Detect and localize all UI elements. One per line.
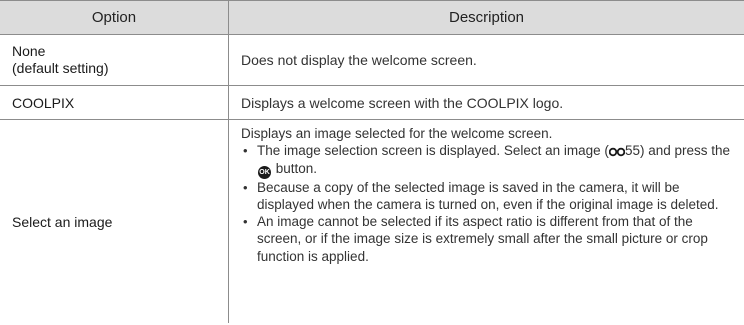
option-none-note: (default setting) xyxy=(12,60,109,76)
description-select-image: Displays an image selected for the welco… xyxy=(229,120,744,323)
description-bullets: • The image selection screen is displaye… xyxy=(241,142,732,265)
settings-table: Option Description None (default setting… xyxy=(0,0,744,323)
reference-link-icon xyxy=(608,148,625,157)
header-description: Description xyxy=(448,9,525,26)
description-intro: Displays an image selected for the welco… xyxy=(241,126,553,141)
option-none: None (default setting) xyxy=(0,35,229,85)
list-item: • Because a copy of the selected image i… xyxy=(241,179,732,214)
bullet1-text-c: button. xyxy=(275,160,318,176)
description-none: Does not display the welcome screen. xyxy=(241,52,477,68)
option-coolpix: COOLPIX xyxy=(0,86,229,119)
list-item: • An image cannot be selected if its asp… xyxy=(241,213,732,265)
reference-page-number: 55 xyxy=(624,143,640,159)
option-none-label: None xyxy=(12,43,46,59)
header-option: Option xyxy=(0,1,229,34)
bullet1-text-b: ) and press the xyxy=(639,143,731,159)
description-coolpix: Displays a welcome screen with the COOLP… xyxy=(241,94,564,111)
bullet3-text: An image cannot be selected if its aspec… xyxy=(257,214,708,264)
table-row: None (default setting) Does not display … xyxy=(0,35,744,86)
bullet-icon: • xyxy=(243,179,248,195)
list-item: • The image selection screen is displaye… xyxy=(241,142,732,179)
table-row: COOLPIX Displays a welcome screen with t… xyxy=(0,86,744,120)
table-row: Select an image Displays an image select… xyxy=(0,120,744,323)
bullet-icon: • xyxy=(243,143,248,159)
bullet2-text: Because a copy of the selected image is … xyxy=(257,179,719,212)
table-header-row: Option Description xyxy=(0,0,744,35)
bullet-icon: • xyxy=(243,214,248,230)
bullet1-text-a: The image selection screen is displayed.… xyxy=(257,143,609,159)
ok-button-icon: OK xyxy=(258,165,271,179)
option-select-image: Select an image xyxy=(0,120,229,323)
